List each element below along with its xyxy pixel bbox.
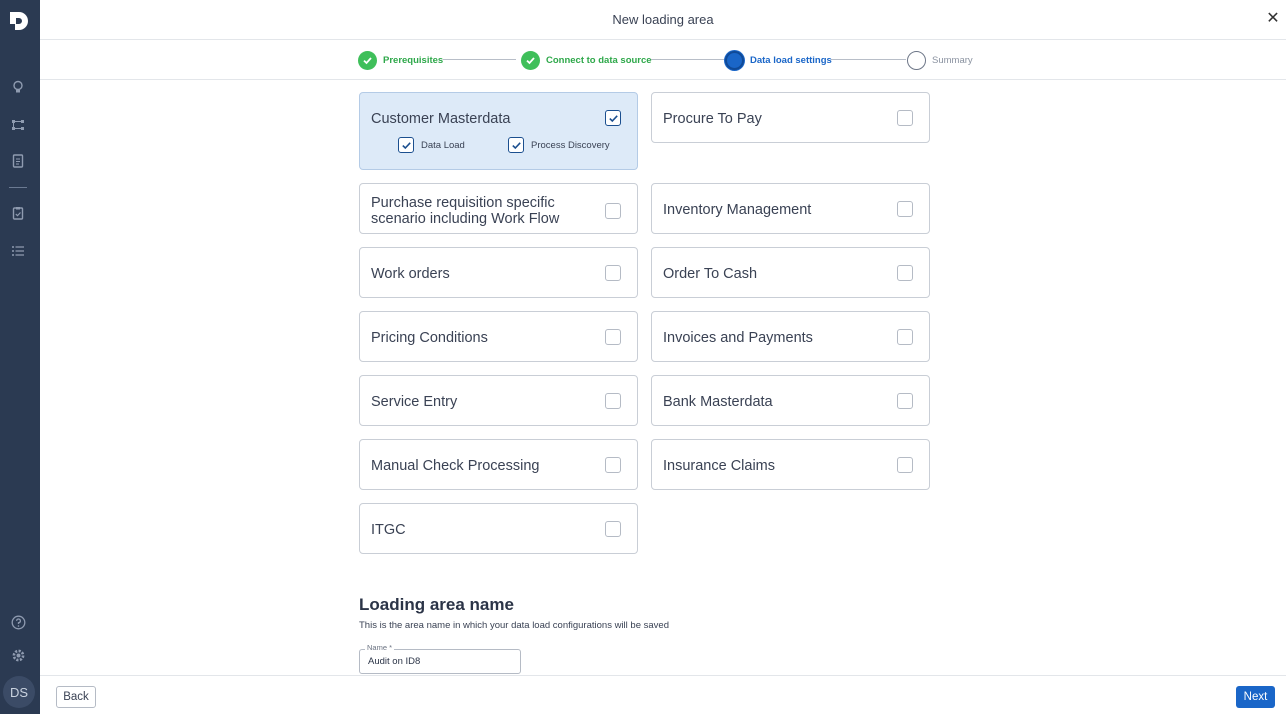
active-step-icon bbox=[725, 50, 744, 70]
card-label: ITGC bbox=[371, 522, 406, 538]
checkbox-icon[interactable] bbox=[605, 521, 621, 537]
card-label: Manual Check Processing bbox=[371, 458, 540, 474]
page-title: New loading area bbox=[612, 12, 714, 27]
header-bar: New loading area ✕ bbox=[40, 0, 1286, 40]
back-button[interactable]: Back bbox=[56, 686, 96, 708]
card-bank-masterdata[interactable]: Bank Masterdata bbox=[651, 375, 930, 426]
checkbox-checked-icon[interactable] bbox=[398, 137, 414, 153]
app-logo-icon[interactable] bbox=[7, 9, 31, 33]
sub-option-label: Data Load bbox=[421, 139, 465, 151]
footer-bar: Back Next bbox=[40, 675, 1286, 714]
step-label: Summary bbox=[932, 54, 973, 66]
sidebar-divider bbox=[9, 187, 27, 188]
step-connector bbox=[650, 59, 725, 60]
name-input[interactable] bbox=[368, 656, 508, 667]
card-invoices-and-payments[interactable]: Invoices and Payments bbox=[651, 311, 930, 362]
step-connector bbox=[831, 59, 906, 60]
card-label: Service Entry bbox=[371, 394, 458, 410]
card-itgc[interactable]: ITGC bbox=[359, 503, 638, 554]
checkbox-icon[interactable] bbox=[605, 329, 621, 345]
check-icon bbox=[358, 50, 377, 70]
step-summary[interactable]: Summary bbox=[907, 50, 973, 70]
checkbox-icon[interactable] bbox=[897, 201, 913, 217]
card-manual-check-processing[interactable]: Manual Check Processing bbox=[359, 439, 638, 490]
section-title: Loading area name bbox=[359, 595, 514, 614]
step-label: Prerequisites bbox=[383, 54, 444, 66]
card-order-to-cash[interactable]: Order To Cash bbox=[651, 247, 930, 298]
checkbox-checked-icon[interactable] bbox=[508, 137, 524, 153]
card-work-orders[interactable]: Work orders bbox=[359, 247, 638, 298]
sub-option-process-discovery[interactable]: Process Discovery bbox=[508, 137, 610, 153]
name-field-label: Name * bbox=[365, 643, 395, 652]
card-inventory-management[interactable]: Inventory Management bbox=[651, 183, 930, 234]
sub-option-label: Process Discovery bbox=[531, 139, 610, 151]
checkbox-icon[interactable] bbox=[605, 457, 621, 473]
checkbox-icon[interactable] bbox=[897, 329, 913, 345]
card-label: Pricing Conditions bbox=[371, 330, 488, 346]
card-label: Purchase requisition specific scenario i… bbox=[371, 195, 560, 227]
sub-option-data-load[interactable]: Data Load bbox=[398, 137, 465, 153]
name-field[interactable] bbox=[359, 649, 521, 674]
clipboard-check-icon[interactable] bbox=[9, 204, 27, 222]
card-label: Insurance Claims bbox=[663, 458, 776, 474]
card-purchase-requisition[interactable]: Purchase requisition specific scenario i… bbox=[359, 183, 638, 234]
checkbox-icon[interactable] bbox=[605, 265, 621, 281]
pending-step-icon bbox=[907, 50, 926, 70]
checkbox-icon[interactable] bbox=[897, 265, 913, 281]
card-label: Bank Masterdata bbox=[663, 394, 773, 410]
card-label: Order To Cash bbox=[663, 266, 758, 282]
document-icon[interactable] bbox=[9, 152, 27, 170]
checkbox-icon[interactable] bbox=[897, 457, 913, 473]
next-button[interactable]: Next bbox=[1236, 686, 1275, 708]
card-label: Inventory Management bbox=[663, 202, 812, 218]
card-insurance-claims[interactable]: Insurance Claims bbox=[651, 439, 930, 490]
gear-icon[interactable] bbox=[9, 646, 27, 664]
step-prerequisites[interactable]: Prerequisites bbox=[358, 50, 443, 70]
lightbulb-icon[interactable] bbox=[9, 78, 27, 96]
card-label: Invoices and Payments bbox=[663, 330, 813, 346]
step-connector bbox=[443, 59, 516, 60]
card-customer-masterdata[interactable]: Customer Masterdata Data Load Process Di… bbox=[359, 92, 638, 170]
step-data-load-settings[interactable]: Data load settings bbox=[725, 50, 832, 70]
stepper: Prerequisites Connect to data source Dat… bbox=[40, 40, 1286, 80]
flow-icon[interactable] bbox=[9, 116, 27, 134]
step-label: Data load settings bbox=[750, 54, 832, 66]
card-label: Work orders bbox=[371, 266, 450, 282]
card-procure-to-pay[interactable]: Procure To Pay bbox=[651, 92, 930, 143]
card-label: Customer Masterdata bbox=[371, 111, 511, 127]
step-connect-data-source[interactable]: Connect to data source bbox=[521, 50, 652, 70]
section-description: This is the area name in which your data… bbox=[359, 620, 669, 631]
help-icon[interactable] bbox=[9, 613, 27, 631]
step-label: Connect to data source bbox=[546, 54, 652, 66]
card-service-entry[interactable]: Service Entry bbox=[359, 375, 638, 426]
list-icon[interactable] bbox=[9, 242, 27, 260]
checkbox-checked-icon[interactable] bbox=[605, 110, 621, 126]
checkbox-icon[interactable] bbox=[897, 393, 913, 409]
avatar[interactable]: DS bbox=[3, 676, 35, 708]
checkbox-icon[interactable] bbox=[605, 203, 621, 219]
card-label: Procure To Pay bbox=[663, 111, 762, 127]
check-icon bbox=[521, 50, 540, 70]
card-pricing-conditions[interactable]: Pricing Conditions bbox=[359, 311, 638, 362]
close-icon[interactable]: ✕ bbox=[1264, 10, 1282, 28]
sidebar: DS bbox=[0, 0, 40, 714]
checkbox-icon[interactable] bbox=[605, 393, 621, 409]
checkbox-icon[interactable] bbox=[897, 110, 913, 126]
